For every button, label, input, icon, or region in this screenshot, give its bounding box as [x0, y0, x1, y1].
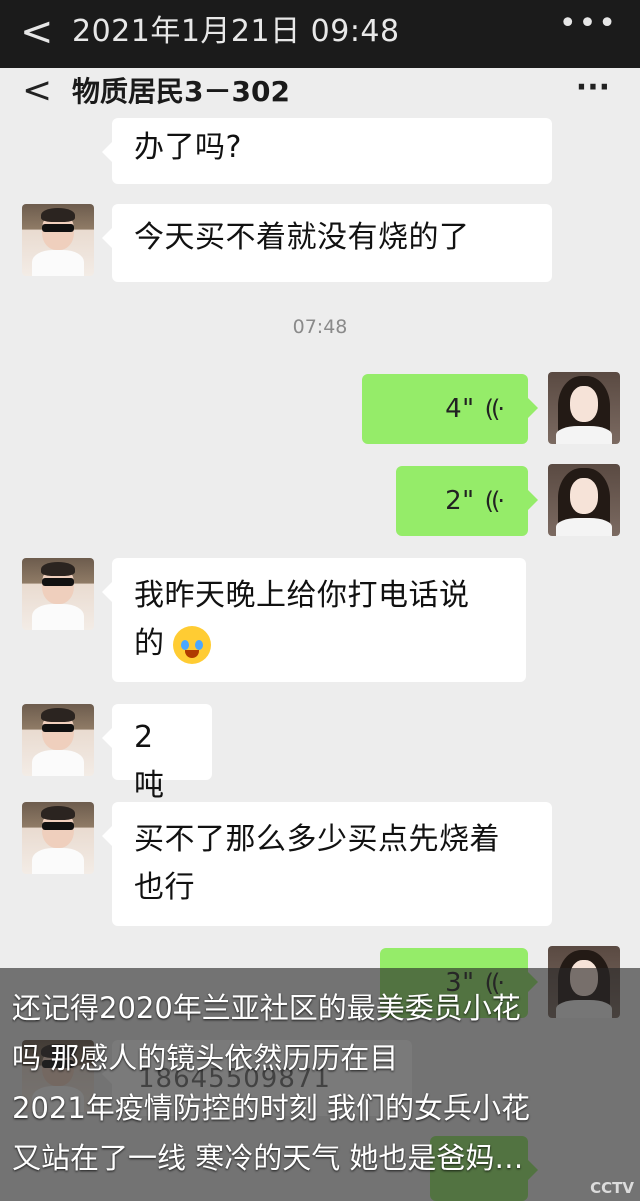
message-text: 2 吨	[134, 720, 165, 803]
message-text: 办了吗?	[134, 130, 242, 165]
avatar[interactable]	[22, 704, 94, 776]
outer-title: 2021年1月21日 09:48	[72, 14, 400, 49]
crying-laughing-emoji-icon	[172, 625, 211, 664]
voice-wave-icon: ((·	[484, 487, 505, 515]
message-text-line: 买不了那么多少买点先烧着	[134, 822, 500, 857]
message-text-line: 的	[134, 620, 504, 668]
message-text-line: 我昨天晚上给你打电话说	[134, 578, 470, 613]
message-bubble[interactable]: 买不了那么多少买点先烧着 也行	[102, 802, 552, 926]
chat-more-icon[interactable]: ···	[576, 68, 610, 108]
message-bubble[interactable]: 办了吗?	[102, 118, 552, 184]
chat-screenshot: < 2021年1月21日 09:48 ••• < 物质居民3－302 ··· 办…	[0, 0, 640, 1201]
voice-message-bubble[interactable]: 2" ((·	[396, 466, 538, 536]
message-bubble[interactable]: 今天买不着就没有烧的了	[102, 204, 552, 282]
avatar[interactable]	[22, 204, 94, 276]
avatar[interactable]	[548, 372, 620, 444]
message-text: 今天买不着就没有烧的了	[134, 220, 470, 255]
caption-line: 还记得2020年兰亚社区的最美委员小花	[12, 991, 521, 1025]
avatar[interactable]	[548, 464, 620, 536]
voice-wave-icon: ((·	[484, 395, 505, 423]
avatar[interactable]	[22, 558, 94, 630]
chat-back-icon[interactable]: <	[22, 68, 52, 114]
voice-duration: 2"	[445, 486, 475, 516]
timestamp: 07:48	[292, 316, 348, 338]
more-options-icon[interactable]: •••	[559, 4, 618, 44]
chat-header: < 物质居民3－302 ···	[0, 68, 640, 118]
caption-line: 2021年疫情防控的时刻 我们的女兵小花	[12, 1091, 531, 1125]
outer-title-bar: < 2021年1月21日 09:48 •••	[0, 0, 640, 68]
message-bubble[interactable]: 2 吨	[102, 704, 212, 803]
message-text-line: 也行	[134, 870, 195, 905]
caption-line: 吗 那感人的镜头依然历历在目	[12, 1041, 399, 1075]
chat-title: 物质居民3－302	[72, 75, 290, 108]
tv-watermark-logo: CCTV	[590, 1179, 634, 1197]
caption-line: 又站在了一线 寒冷的天气 她也是爸妈…	[12, 1141, 524, 1175]
voice-duration: 4"	[445, 394, 475, 424]
message-text: 的	[134, 626, 165, 661]
avatar[interactable]	[22, 802, 94, 874]
caption-overlay: 还记得2020年兰亚社区的最美委员小花 吗 那感人的镜头依然历历在目 2021年…	[0, 968, 640, 1201]
voice-message-bubble[interactable]: 4" ((·	[362, 374, 538, 444]
message-bubble[interactable]: 我昨天晚上给你打电话说 的	[102, 558, 526, 682]
back-icon[interactable]: <	[20, 10, 54, 54]
